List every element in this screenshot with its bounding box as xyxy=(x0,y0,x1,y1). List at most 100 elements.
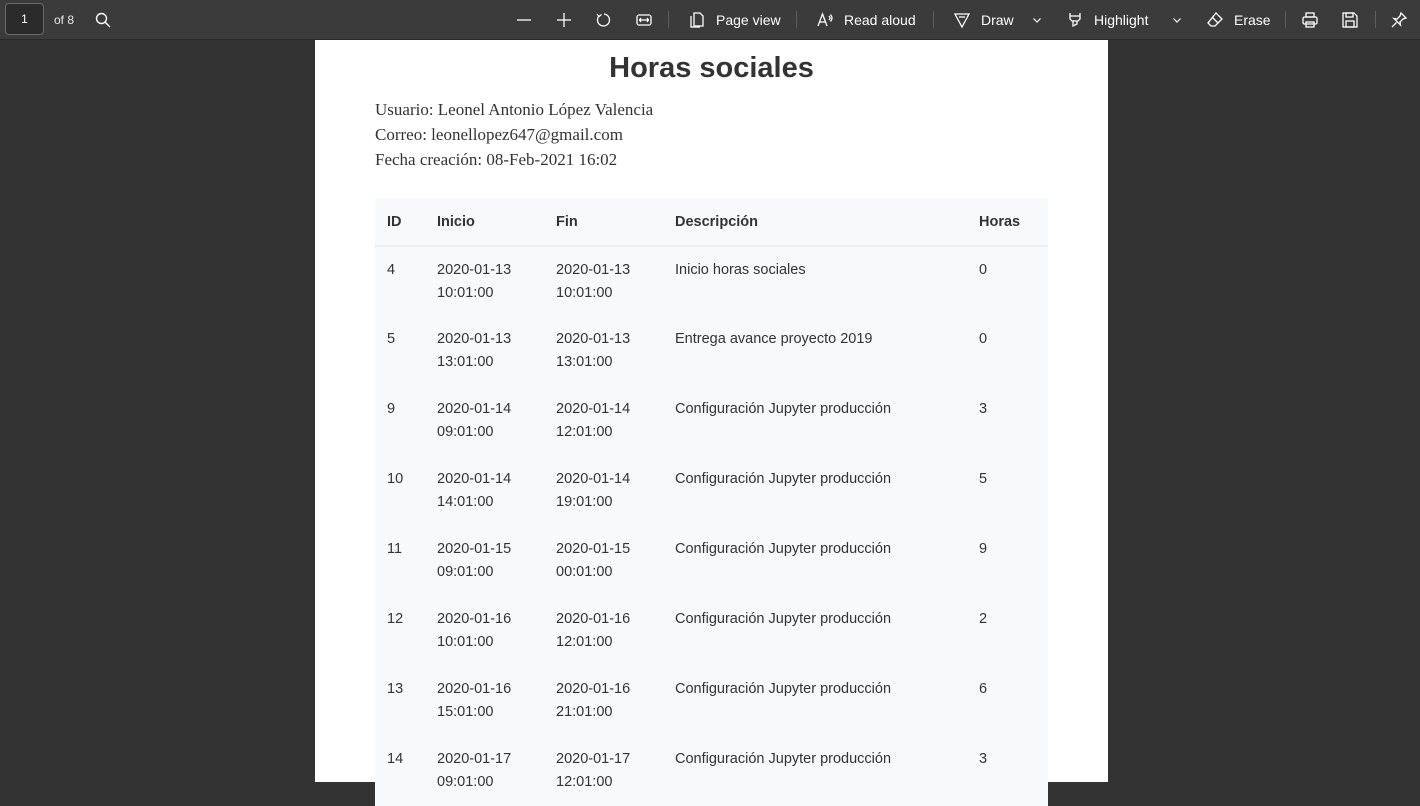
toolbar-divider xyxy=(796,11,797,28)
cell-id: 10 xyxy=(387,471,404,487)
page-view-button[interactable]: Page view xyxy=(688,0,781,40)
email-line: Correo: leonellopez647@gmail.com xyxy=(375,125,623,144)
pdf-toolbar: of 8 Page view Read aloud Draw Highlight xyxy=(0,0,1420,40)
cell-start: 2020-01-16 15:01:00 xyxy=(425,666,544,736)
highlight-options-chevron-icon[interactable] xyxy=(1172,0,1182,40)
start-time: 09:01:00 xyxy=(437,563,494,580)
start-date: 2020-01-15 xyxy=(437,541,512,557)
cell-start: 2020-01-17 09:01:00 xyxy=(425,736,544,806)
cell-description: Inicio horas sociales xyxy=(675,262,806,278)
pdf-page: Horas sociales Usuario: Leonel Antonio L… xyxy=(315,40,1108,806)
end-date: 2020-01-13 xyxy=(556,331,631,347)
cell-description: Configuración Jupyter producción xyxy=(675,681,892,697)
cell-start: 2020-01-14 09:01:00 xyxy=(425,386,544,456)
cell-start: 2020-01-16 10:01:00 xyxy=(425,596,544,666)
cell-hours: 3 xyxy=(979,401,988,417)
cell-description: Entrega avance proyecto 2019 xyxy=(675,331,873,347)
cell-start: 2020-01-14 14:01:00 xyxy=(425,456,544,526)
highlight-button[interactable]: Highlight xyxy=(1066,0,1148,40)
table-row: 4 2020-01-13 10:01:00 2020-01-13 10:01:00 … xyxy=(375,246,1048,316)
cell-description: Configuración Jupyter producción xyxy=(675,541,892,557)
cell-end: 2020-01-14 19:01:00 xyxy=(544,456,663,526)
toolbar-divider xyxy=(933,11,934,28)
cell-description: Configuración Jupyter producción xyxy=(675,401,892,417)
end-date: 2020-01-16 xyxy=(556,611,631,627)
column-header-end: Fin xyxy=(544,198,663,247)
cell-hours: 0 xyxy=(979,331,988,347)
created-date-line: Fecha creación: 08-Feb-2021 16:02 xyxy=(375,150,618,169)
end-time: 12:01:00 xyxy=(556,423,613,440)
draw-options-chevron-icon[interactable] xyxy=(1032,0,1042,40)
cell-start: 2020-01-13 10:01:00 xyxy=(425,246,544,316)
rotate-icon[interactable] xyxy=(590,0,618,40)
start-date: 2020-01-13 xyxy=(437,262,512,278)
table-row: 10 2020-01-14 14:01:00 2020-01-14 19:01:00… xyxy=(375,456,1048,526)
find-icon[interactable] xyxy=(89,0,117,40)
end-time: 00:01:00 xyxy=(556,563,613,580)
cell-hours: 9 xyxy=(979,541,988,557)
column-header-start: Inicio xyxy=(425,198,544,247)
page-number-input[interactable] xyxy=(5,3,44,35)
hours-table: ID Inicio Fin Descripción Horas 4 2020-0… xyxy=(375,198,1048,806)
start-time: 10:01:00 xyxy=(437,633,494,650)
toolbar-divider xyxy=(668,11,669,28)
print-icon[interactable] xyxy=(1296,0,1324,40)
cell-end: 2020-01-13 13:01:00 xyxy=(544,316,663,386)
cell-end: 2020-01-14 12:01:00 xyxy=(544,386,663,456)
zoom-in-icon[interactable] xyxy=(550,0,578,40)
end-date: 2020-01-16 xyxy=(556,681,631,697)
cell-hours: 5 xyxy=(979,471,988,487)
column-header-hours: Horas xyxy=(967,198,1048,247)
table-row: 5 2020-01-13 13:01:00 2020-01-13 13:01:00 … xyxy=(375,316,1048,386)
cell-start: 2020-01-15 09:01:00 xyxy=(425,526,544,596)
table-row: 14 2020-01-17 09:01:00 2020-01-17 12:01:00… xyxy=(375,736,1048,806)
read-aloud-icon xyxy=(817,12,833,27)
cell-id: 11 xyxy=(387,541,403,557)
table-row: 12 2020-01-16 10:01:00 2020-01-16 12:01:00… xyxy=(375,596,1048,666)
draw-button[interactable]: Draw xyxy=(953,0,1014,40)
draw-label: Draw xyxy=(981,12,1014,28)
cell-end: 2020-01-13 10:01:00 xyxy=(544,246,663,316)
zoom-out-icon[interactable] xyxy=(510,0,538,40)
pin-icon[interactable] xyxy=(1385,0,1413,40)
toolbar-divider xyxy=(1375,11,1376,28)
read-aloud-button[interactable]: Read aloud xyxy=(816,0,916,40)
cell-hours: 3 xyxy=(979,751,988,767)
start-date: 2020-01-17 xyxy=(437,751,512,767)
cell-end: 2020-01-17 12:01:00 xyxy=(544,736,663,806)
cell-id: 4 xyxy=(387,262,396,278)
draw-icon xyxy=(953,13,971,29)
end-date: 2020-01-13 xyxy=(556,262,631,278)
start-date: 2020-01-16 xyxy=(437,611,512,627)
column-header-description: Descripción xyxy=(663,198,967,247)
table-row: 9 2020-01-14 09:01:00 2020-01-14 12:01:00 … xyxy=(375,386,1048,456)
start-time: 13:01:00 xyxy=(437,353,494,370)
document-title: Horas sociales xyxy=(609,52,814,84)
erase-button[interactable]: Erase xyxy=(1206,0,1271,40)
table-row: 11 2020-01-15 09:01:00 2020-01-15 00:01:00… xyxy=(375,526,1048,596)
toolbar-divider xyxy=(1285,11,1286,28)
end-time: 13:01:00 xyxy=(556,353,613,370)
table-header-row: ID Inicio Fin Descripción Horas xyxy=(375,198,1048,247)
start-time: 10:01:00 xyxy=(437,284,494,301)
save-icon[interactable] xyxy=(1336,0,1364,40)
cell-hours: 0 xyxy=(979,262,988,278)
end-time: 21:01:00 xyxy=(556,703,613,720)
start-date: 2020-01-13 xyxy=(437,331,512,347)
end-date: 2020-01-17 xyxy=(556,751,631,767)
cell-id: 12 xyxy=(387,611,404,627)
cell-hours: 6 xyxy=(979,681,988,697)
cell-end: 2020-01-16 12:01:00 xyxy=(544,596,663,666)
read-aloud-label: Read aloud xyxy=(844,12,916,28)
end-time: 12:01:00 xyxy=(556,633,613,650)
cell-id: 13 xyxy=(387,681,404,697)
cell-description: Configuración Jupyter producción xyxy=(675,611,892,627)
eraser-icon xyxy=(1207,12,1223,27)
start-date: 2020-01-14 xyxy=(437,471,512,487)
cell-hours: 2 xyxy=(979,611,988,627)
start-time: 15:01:00 xyxy=(437,703,494,720)
fit-width-icon[interactable] xyxy=(630,0,658,40)
start-date: 2020-01-14 xyxy=(437,401,512,417)
cell-id: 14 xyxy=(387,751,404,767)
user-line: Usuario: Leonel Antonio López Valencia xyxy=(375,100,654,119)
